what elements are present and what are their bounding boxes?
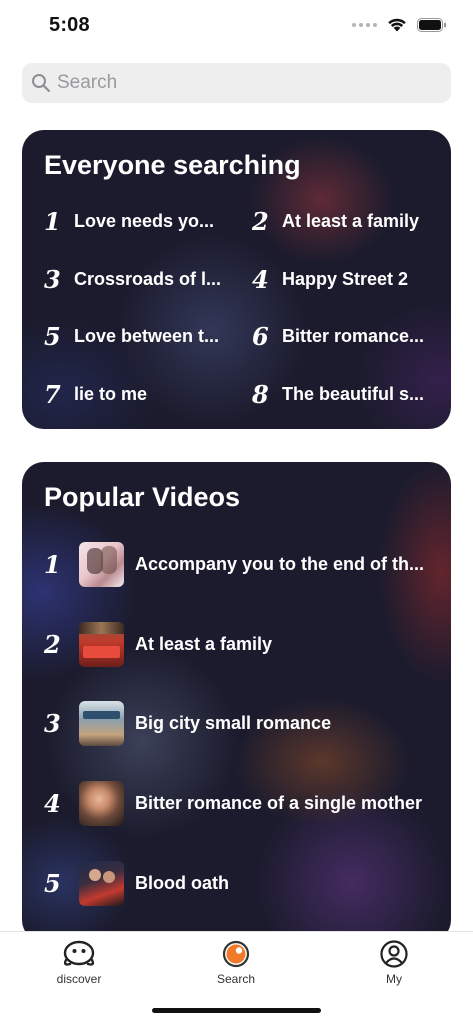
- trending-search-label: Happy Street 2: [282, 268, 409, 289]
- trending-search-item[interactable]: 5 Love between t...: [44, 320, 234, 352]
- trending-search-item[interactable]: 3 Crossroads of l...: [44, 263, 234, 295]
- video-thumbnail: [79, 541, 124, 587]
- video-thumbnail: [79, 860, 124, 906]
- status-bar: 5:08: [0, 0, 473, 54]
- tab-discover[interactable]: discover: [29, 938, 129, 986]
- rank-number: 4: [252, 264, 269, 294]
- home-indicator[interactable]: [152, 1008, 321, 1013]
- popular-video-row[interactable]: 5 Blood oath: [44, 860, 439, 906]
- rank-number: 7: [44, 379, 61, 409]
- tab-my[interactable]: My: [344, 938, 444, 986]
- popular-video-row[interactable]: 4 Bitter romance of a single mother: [44, 780, 439, 826]
- trending-search-label: At least a family: [282, 210, 420, 231]
- tab-label: discover: [56, 972, 102, 986]
- rank-number: 6: [252, 321, 269, 351]
- status-icons: [352, 17, 447, 32]
- everyone-searching-title: Everyone searching: [44, 150, 301, 180]
- trending-search-label: Bitter romance...: [282, 325, 425, 346]
- trending-search-item[interactable]: 7 lie to me: [44, 378, 234, 410]
- search-eye-icon: [222, 940, 250, 968]
- popular-video-title: Big city small romance: [135, 712, 332, 733]
- video-thumbnail: [79, 780, 124, 826]
- trending-search-label: Crossroads of l...: [74, 268, 222, 289]
- battery-icon: [417, 17, 446, 32]
- search-input[interactable]: [57, 72, 437, 94]
- discover-face-icon: [63, 940, 95, 966]
- status-time: 5:08: [49, 14, 90, 36]
- trending-search-item[interactable]: 8 The beautiful s...: [252, 378, 442, 410]
- trending-search-item[interactable]: 4 Happy Street 2: [252, 263, 442, 295]
- trending-search-label: The beautiful s...: [282, 383, 425, 404]
- tab-search[interactable]: Search: [186, 938, 286, 986]
- trending-search-item[interactable]: 2 At least a family: [252, 205, 442, 237]
- popular-video-row[interactable]: 2 At least a family: [44, 621, 439, 667]
- trending-search-item[interactable]: 1 Love needs yo...: [44, 205, 234, 237]
- popular-video-title: Accompany you to the end of th...: [135, 553, 425, 574]
- popular-videos-title: Popular Videos: [44, 482, 241, 512]
- rank-number: 1: [44, 206, 61, 236]
- wifi-icon: [388, 18, 406, 32]
- rank-number: 8: [252, 379, 269, 409]
- rank-number: 5: [44, 868, 61, 898]
- rank-number: 4: [44, 788, 61, 818]
- search-icon: [32, 74, 51, 93]
- popular-videos-card: Popular Videos 1 Accompany you to the en…: [22, 462, 451, 942]
- search-bar[interactable]: [22, 63, 451, 103]
- rank-number: 3: [44, 708, 61, 738]
- video-thumbnail: [79, 621, 124, 667]
- cellular-signal-icon: [352, 22, 377, 27]
- trending-search-item[interactable]: 6 Bitter romance...: [252, 320, 442, 352]
- everyone-searching-card: Everyone searching 1 Love needs yo... 2 …: [22, 130, 451, 429]
- popular-video-title: At least a family: [135, 633, 273, 654]
- rank-number: 3: [44, 264, 61, 294]
- video-thumbnail: [79, 700, 124, 746]
- trending-search-label: Love needs yo...: [74, 210, 215, 231]
- trending-search-label: lie to me: [74, 383, 148, 404]
- rank-number: 1: [44, 549, 61, 579]
- tab-label: Search: [216, 972, 256, 986]
- rank-number: 5: [44, 321, 61, 351]
- rank-number: 2: [252, 206, 269, 236]
- trending-search-label: Love between t...: [74, 325, 220, 346]
- popular-video-row[interactable]: 3 Big city small romance: [44, 700, 439, 746]
- tab-label: My: [386, 972, 402, 986]
- popular-video-title: Blood oath: [135, 872, 229, 893]
- popular-video-row[interactable]: 1 Accompany you to the end of th...: [44, 541, 439, 587]
- popular-video-title: Bitter romance of a single mother: [135, 792, 423, 813]
- profile-icon: [380, 940, 408, 968]
- rank-number: 2: [44, 629, 61, 659]
